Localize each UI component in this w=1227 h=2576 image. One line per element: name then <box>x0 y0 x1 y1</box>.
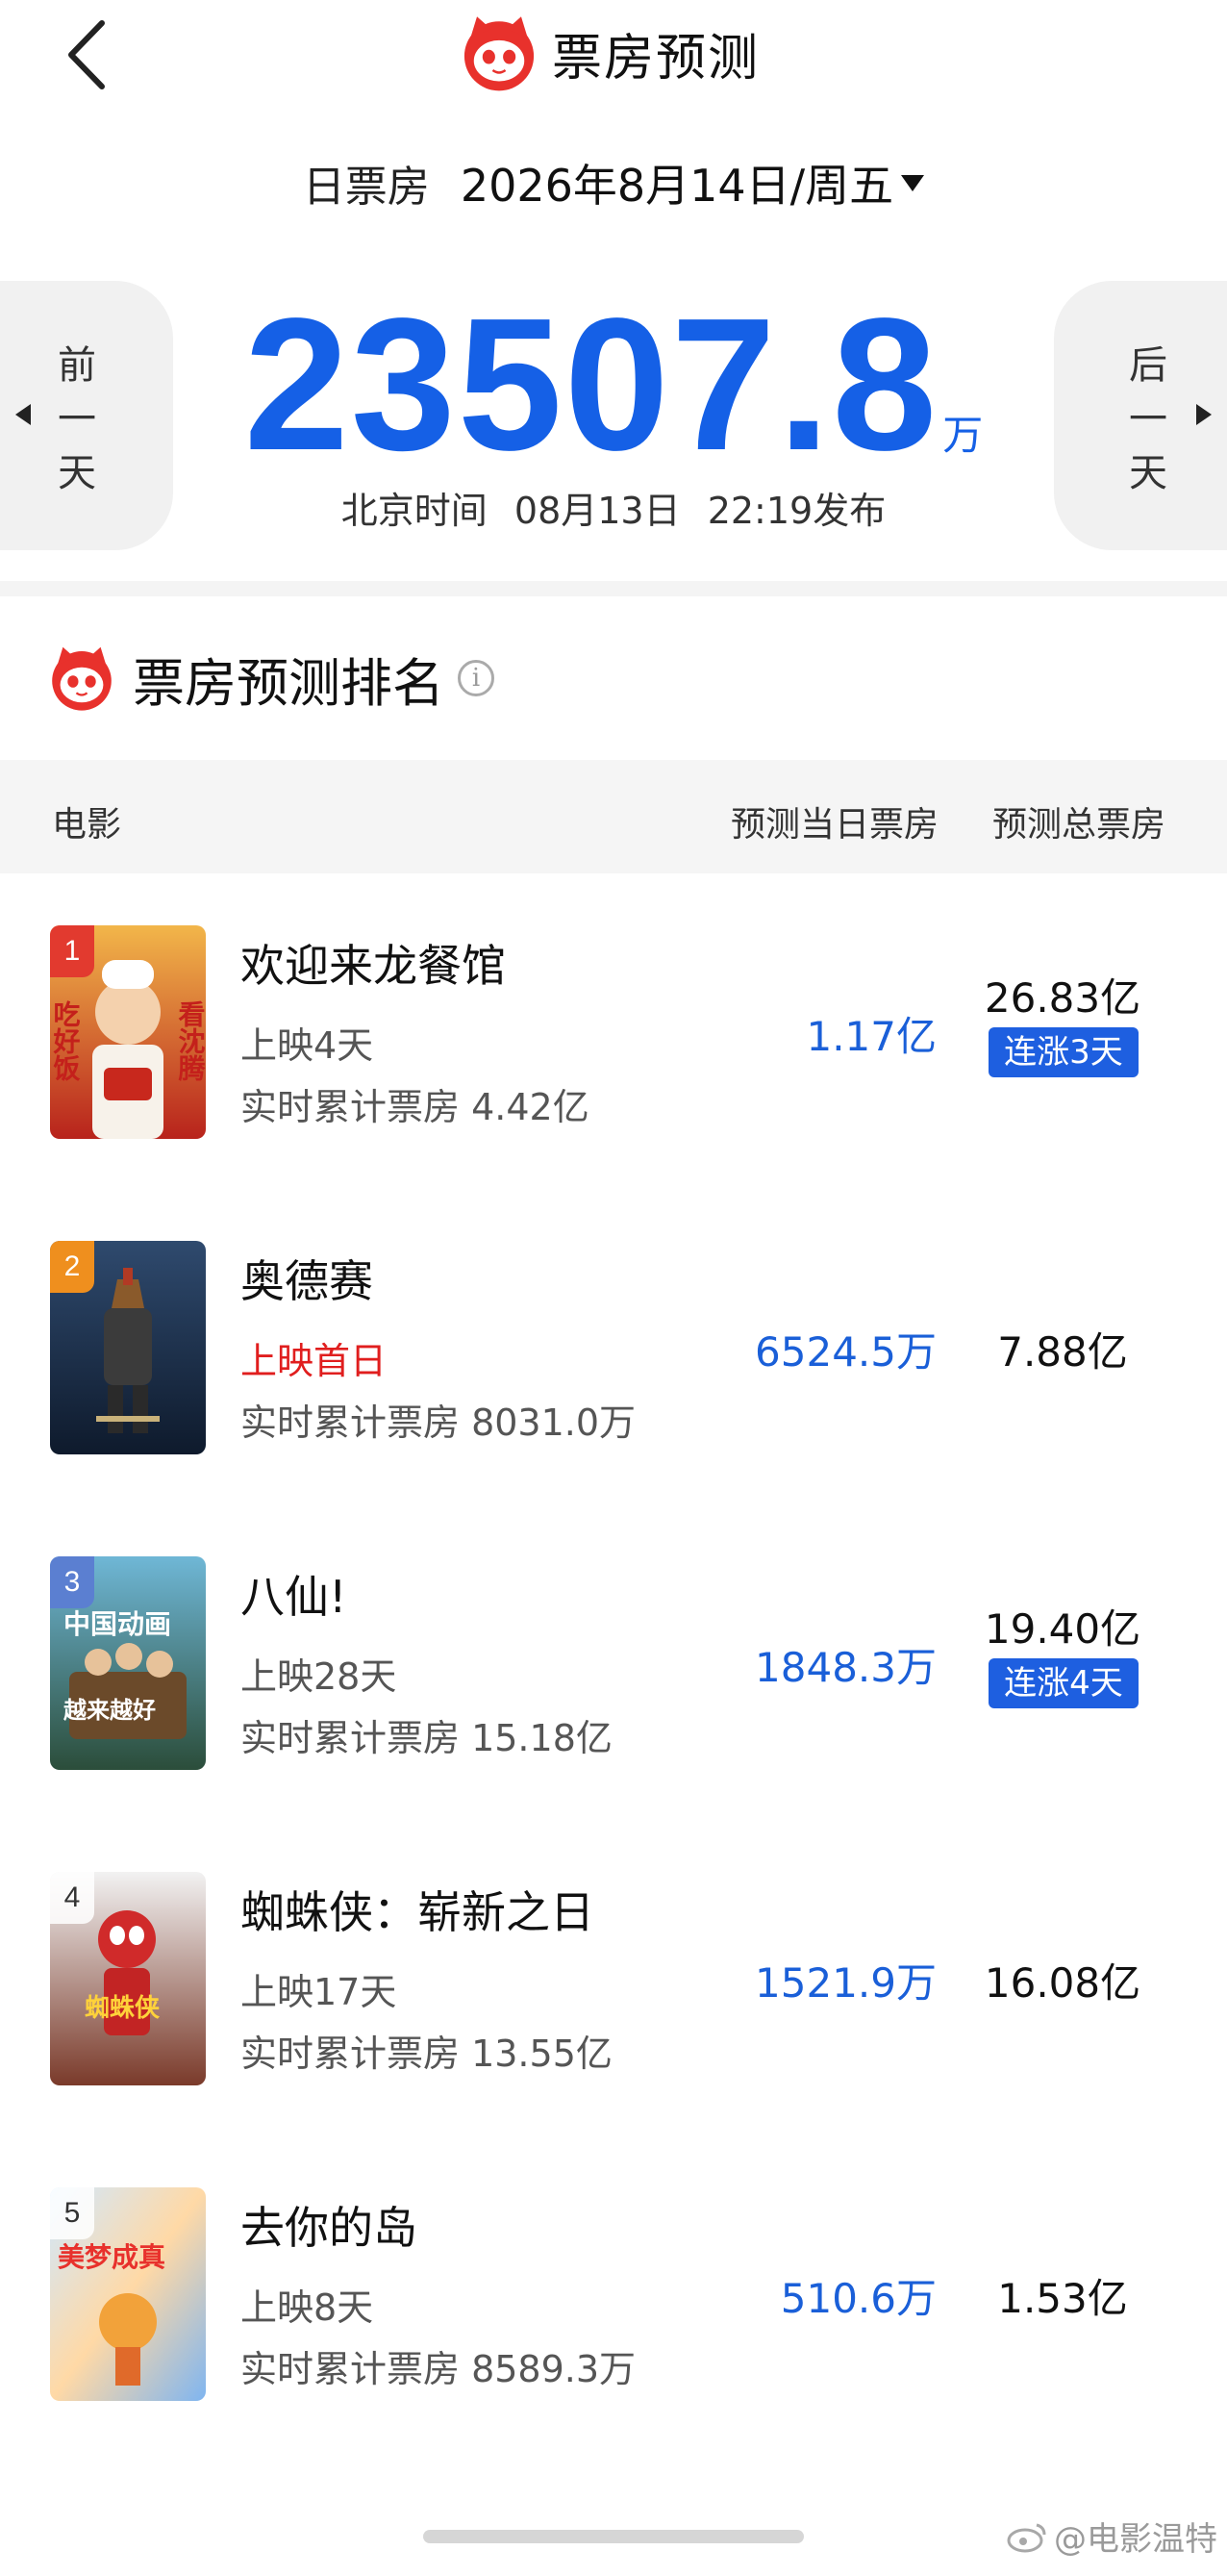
trend-badge: 连涨4天 <box>989 1658 1139 1708</box>
publish-date: 08月13日 <box>513 490 681 532</box>
poster-caption: 美梦成真 <box>58 2241 165 2273</box>
cumulative-box-office: 实时累计票房 13.55亿 <box>240 2033 613 2075</box>
date-value: 2026年8月14日/周五 <box>460 160 894 212</box>
movie-row[interactable]: 2 奥德赛 上映首日 实时累计票房 8031.0万 6524.5万 7.88亿 <box>0 1189 1227 1504</box>
movie-poster: 吃好饭 看沈腾 1 <box>50 925 206 1139</box>
release-days: 上映8天 <box>240 2286 374 2329</box>
maoyan-cat-logo-icon <box>463 16 535 91</box>
movie-title: 去你的岛 <box>240 2202 417 2254</box>
movie-poster: 2 <box>50 1241 206 1454</box>
predicted-day-box-office: 1521.9万 <box>755 1959 937 2007</box>
trend-badge: 连涨3天 <box>989 1027 1139 1077</box>
cumulative-box-office: 实时累计票房 8031.0万 <box>240 1402 637 1444</box>
home-indicator[interactable] <box>423 2530 804 2543</box>
cumulative-box-office: 实时累计票房 15.18亿 <box>240 1717 613 1759</box>
rank-badge: 1 <box>50 925 94 977</box>
chevron-left-icon <box>68 20 105 89</box>
page-title: 票房预测 <box>552 29 761 88</box>
movie-row[interactable]: 中国动画 越来越好 3 八仙! 上映28天 实时累计票房 15.18亿 1848… <box>0 1504 1227 1820</box>
publish-timezone: 北京时间 <box>340 490 488 532</box>
rank-badge: 4 <box>50 1872 94 1924</box>
total-value: 23507.8 <box>243 279 939 490</box>
date-type-label: 日票房 <box>302 163 430 212</box>
movie-poster: 美梦成真 5 <box>50 2187 206 2401</box>
poster-caption: 越来越好 <box>63 1697 156 1724</box>
page: 票房预测 日票房 2026年8月14日/周五 前一天 后一天 23507.8万 … <box>0 0 1227 2576</box>
ranking-section-header: 票房预测排名 i <box>48 635 494 721</box>
cumulative-box-office: 实时累计票房 4.42亿 <box>240 1086 589 1128</box>
movie-poster: 中国动画 越来越好 3 <box>50 1556 206 1770</box>
predicted-total-box-office: 26.83亿 <box>984 974 1141 1022</box>
predicted-total-box-office: 19.40亿 <box>984 1605 1141 1653</box>
release-days: 上映28天 <box>240 1655 397 1698</box>
release-days: 上映首日 <box>240 1340 388 1382</box>
poster-caption: 看沈腾 <box>175 1000 207 1082</box>
column-header-movie: 电影 <box>52 805 122 845</box>
watermark-text: @电影温特 <box>1054 2520 1217 2559</box>
total-unit: 万 <box>942 412 984 459</box>
caret-down-icon <box>901 174 925 191</box>
predicted-day-box-office: 510.6万 <box>780 2275 937 2322</box>
rank-badge: 3 <box>50 1556 94 1608</box>
publish-info: 北京时间 08月13日 22:19发布 <box>0 481 1227 534</box>
date-selector[interactable]: 日票房 2026年8月14日/周五 <box>0 144 1227 221</box>
poster-caption: 蜘蛛侠 <box>85 1993 161 2023</box>
weibo-icon <box>1007 2523 1046 2552</box>
movie-title: 蜘蛛侠：崭新之日 <box>240 1886 594 1938</box>
movie-title: 奥德赛 <box>240 1255 373 1307</box>
maoyan-cat-logo-icon <box>52 646 112 711</box>
predicted-day-box-office: 1.17亿 <box>806 1013 937 1060</box>
movie-poster: 蜘蛛侠 4 <box>50 1872 206 2085</box>
ranking-title: 票房预测排名 <box>133 652 444 714</box>
app-header: 票房预测 <box>0 0 1227 106</box>
movie-title: 八仙! <box>240 1571 347 1623</box>
predicted-total-box-office: 7.88亿 <box>997 1328 1128 1376</box>
column-header-day-box-office: 预测当日票房 <box>731 805 939 845</box>
rank-badge: 2 <box>50 1241 94 1293</box>
poster-caption: 中国动画 <box>63 1608 171 1640</box>
publish-time: 22:19发布 <box>707 490 887 532</box>
column-header-total-box-office: 预测总票房 <box>992 805 1166 845</box>
section-divider <box>0 581 1227 596</box>
release-days: 上映4天 <box>240 1024 374 1067</box>
poster-caption: 吃好饭 <box>50 999 82 1082</box>
movie-row[interactable]: 吃好饭 看沈腾 1 欢迎来龙餐馆 上映4天 实时累计票房 4.42亿 1.17亿… <box>0 873 1227 1189</box>
ranking-table-header: 电影 预测当日票房 预测总票房 <box>0 760 1227 873</box>
movie-row[interactable]: 蜘蛛侠 4 蜘蛛侠：崭新之日 上映17天 实时累计票房 13.55亿 1521.… <box>0 1820 1227 2135</box>
predicted-day-box-office: 6524.5万 <box>755 1328 937 1376</box>
total-box-office: 23507.8万 <box>0 289 1227 481</box>
predicted-day-box-office: 1848.3万 <box>755 1644 937 1691</box>
release-days: 上映17天 <box>240 1971 397 2013</box>
rank-badge: 5 <box>50 2187 94 2239</box>
predicted-total-box-office: 16.08亿 <box>984 1959 1141 2007</box>
watermark: @电影温特 <box>1006 2513 1217 2560</box>
back-button[interactable] <box>56 12 123 98</box>
movie-title: 欢迎来龙餐馆 <box>240 940 506 992</box>
cumulative-box-office: 实时累计票房 8589.3万 <box>240 2348 637 2390</box>
header-brand: 票房预测 <box>460 10 760 96</box>
predicted-total-box-office: 1.53亿 <box>997 2275 1128 2322</box>
movie-row[interactable]: 美梦成真 5 去你的岛 上映8天 实时累计票房 8589.3万 510.6万 1… <box>0 2135 1227 2451</box>
info-icon[interactable]: i <box>458 660 494 696</box>
